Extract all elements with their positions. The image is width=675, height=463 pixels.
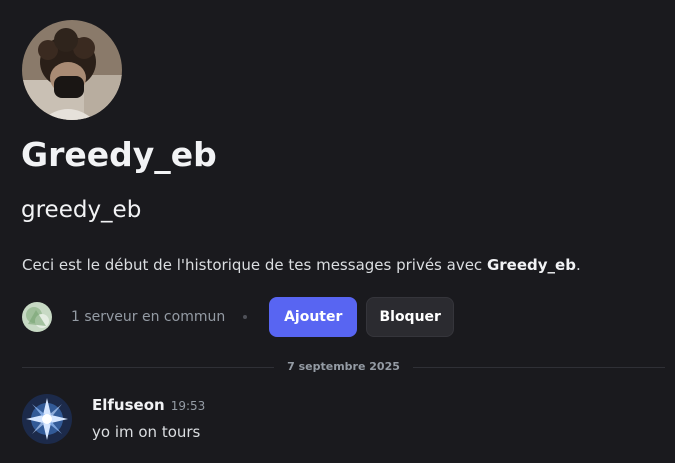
- message-header: Elfuseon 19:53: [92, 395, 205, 414]
- dm-intro-text: Ceci est le début de l'historique de tes…: [22, 254, 581, 276]
- profile-avatar-image: [22, 20, 122, 120]
- profile-display-name: Greedy_eb: [21, 135, 217, 174]
- intro-name: Greedy_eb: [486, 256, 576, 274]
- intro-suffix: .: [575, 256, 581, 274]
- message-author[interactable]: Elfuseon: [92, 396, 165, 414]
- dm-channel-view: Greedy_eb greedy_eb Ceci est le début de…: [0, 0, 675, 463]
- divider-line: [413, 367, 665, 368]
- message-item[interactable]: Elfuseon 19:53 yo im on tours: [22, 393, 662, 445]
- date-divider-label: 7 septembre 2025: [287, 360, 400, 373]
- profile-username: greedy_eb: [21, 197, 142, 223]
- intro-text: Ceci est le début de l'historique de tes…: [22, 256, 487, 274]
- separator-dot: [243, 315, 248, 319]
- date-divider: 7 septembre 2025: [22, 358, 665, 376]
- add-friend-button[interactable]: Ajouter: [269, 297, 358, 337]
- server-icon[interactable]: [22, 302, 52, 332]
- message-author-avatar[interactable]: [22, 394, 72, 444]
- mutual-actions-row: 1 serveur en commun Ajouter Bloquer: [22, 297, 455, 337]
- profile-avatar[interactable]: [22, 20, 122, 120]
- message-content: yo im on tours: [92, 423, 201, 441]
- divider-line: [22, 367, 274, 368]
- mutual-servers-link[interactable]: 1 serveur en commun: [71, 309, 225, 325]
- block-button[interactable]: Bloquer: [366, 297, 455, 337]
- message-timestamp[interactable]: 19:53: [171, 399, 206, 413]
